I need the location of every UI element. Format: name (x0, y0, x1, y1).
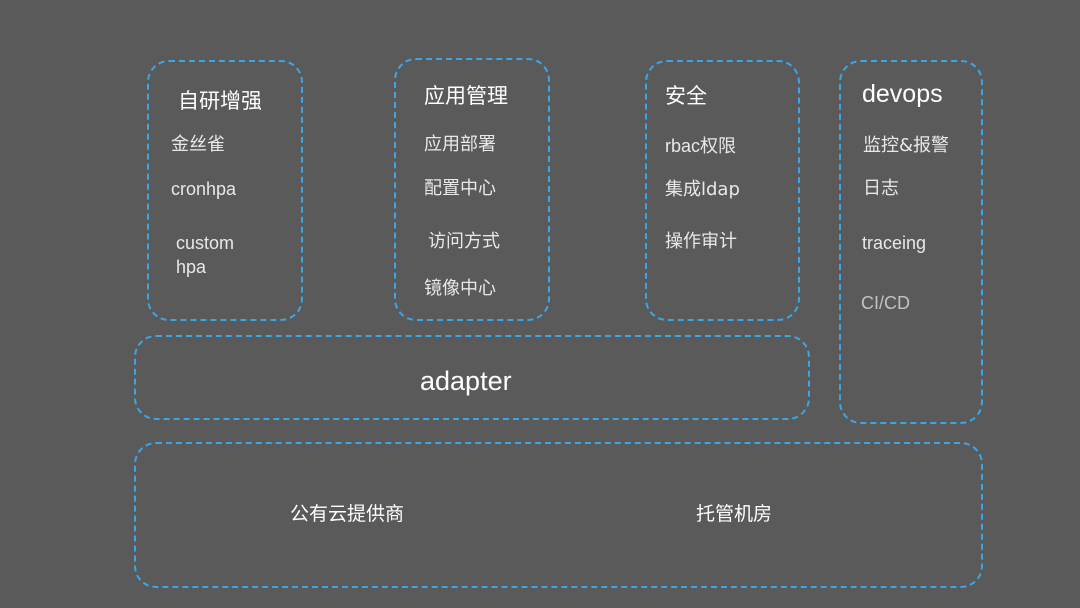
module-item-logging: 日志 (863, 178, 899, 199)
module-title-self-developed: 自研增强 (178, 89, 262, 113)
module-title-devops: devops (862, 80, 943, 108)
architecture-diagram: 自研增强 金丝雀 cronhpa custom hpa 应用管理 应用部署 配置… (0, 0, 1080, 608)
infrastructure-box (134, 442, 983, 588)
infrastructure-public-cloud: 公有云提供商 (290, 503, 405, 525)
infrastructure-hosted-idc: 托管机房 (696, 503, 773, 525)
module-title-app-management: 应用管理 (424, 84, 508, 108)
module-item-rbac: rbac权限 (665, 136, 737, 156)
module-item-config-center: 配置中心 (424, 178, 496, 199)
module-item-tracing: traceing (862, 233, 927, 253)
module-title-security: 安全 (665, 84, 707, 108)
module-item-cicd: CI/CD (861, 293, 910, 313)
module-item-ldap: 集成ldap (665, 179, 740, 200)
module-item-monitoring: 监控&报警 (863, 135, 950, 156)
module-item-cronhpa: cronhpa (171, 179, 237, 199)
module-item-canary: 金丝雀 (171, 134, 225, 155)
module-item-hpa: hpa (176, 257, 207, 277)
module-item-access-method: 访问方式 (428, 231, 500, 252)
module-item-custom: custom (176, 233, 235, 253)
module-item-app-deploy: 应用部署 (424, 134, 496, 155)
module-item-audit: 操作审计 (665, 231, 737, 252)
adapter-label: adapter (420, 366, 512, 396)
module-item-image-center: 镜像中心 (424, 278, 496, 299)
